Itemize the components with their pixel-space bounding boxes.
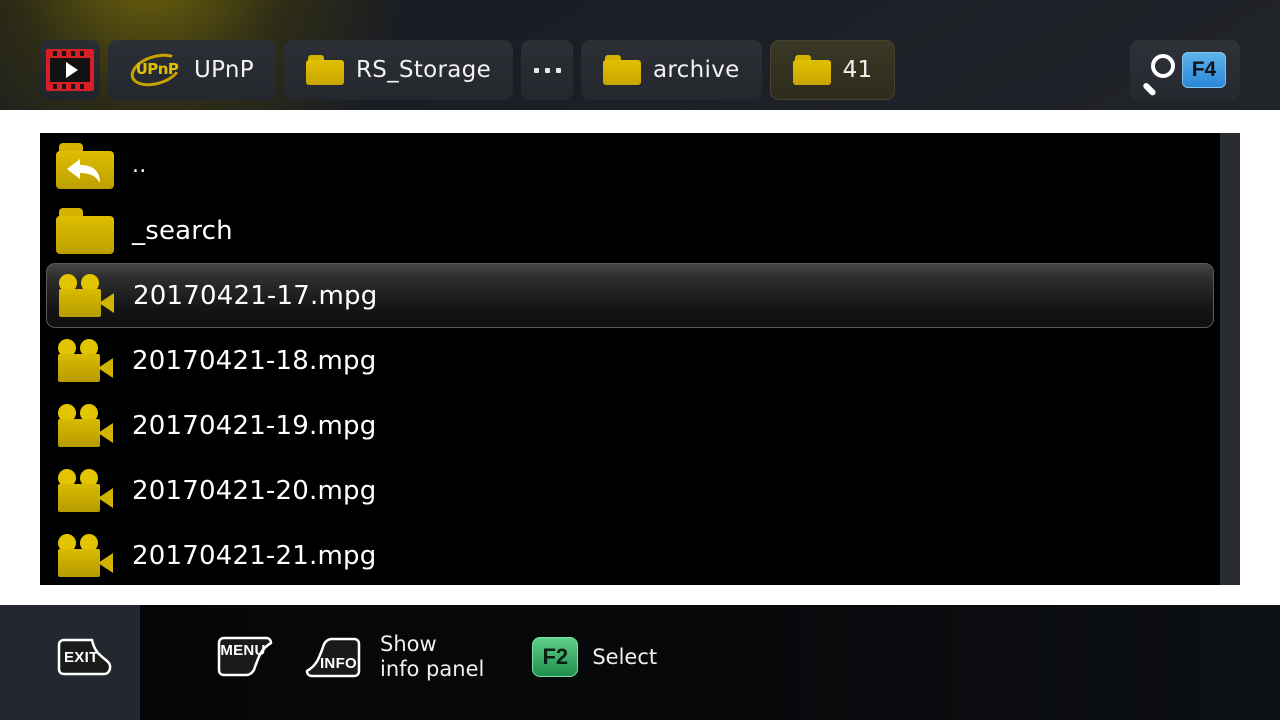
video-camera-icon [56, 403, 114, 448]
breadcrumb-item-41[interactable]: 41 [769, 40, 896, 100]
breadcrumb-label-upnp: UPnP [194, 57, 254, 83]
scrollbar[interactable] [1220, 133, 1240, 585]
breadcrumb-item-upnp[interactable]: UPnP UPnP [108, 40, 276, 100]
ellipsis-icon [555, 67, 561, 73]
footer-action-select[interactable]: F2 Select [532, 637, 657, 677]
info-caption-line1: Show [380, 632, 437, 656]
breadcrumb-label-archive: archive [653, 57, 740, 83]
info-caption-line2: info panel [380, 657, 485, 681]
breadcrumb-item-archive[interactable]: archive [581, 40, 762, 100]
menu-key-icon[interactable]: MENU [212, 634, 274, 680]
menu-key-label: MENU [220, 642, 266, 659]
back-arrow-icon [67, 158, 100, 183]
info-key-label: INFO [319, 655, 357, 672]
footer-action-menu[interactable]: MENU [212, 634, 274, 680]
folder-icon [305, 55, 344, 85]
folder-back-icon [56, 142, 114, 189]
list-item[interactable]: 20170421-21.mpg [40, 523, 1220, 585]
app-screen: UPnP UPnP RS_Storage archive 41 F4 .. _s… [0, 0, 1280, 720]
footer-action-exit[interactable]: EXIT [55, 634, 117, 680]
ellipsis-icon [533, 67, 539, 73]
upnp-logo-text: UPnP [135, 60, 179, 78]
breadcrumb-label-41: 41 [842, 57, 873, 83]
footer-action-info[interactable]: INFO Show info panel [304, 632, 484, 682]
list-item-label: .. [132, 153, 147, 178]
header-bar: UPnP UPnP RS_Storage archive 41 F4 [0, 0, 1280, 110]
list-item[interactable]: 20170421-18.mpg [40, 328, 1220, 393]
breadcrumb-label-rs-storage: RS_Storage [355, 57, 492, 83]
list-item[interactable]: _search [40, 198, 1220, 263]
exit-key-icon[interactable]: EXIT [55, 634, 117, 680]
list-item[interactable]: 20170421-20.mpg [40, 458, 1220, 523]
ellipsis-icon [544, 67, 550, 73]
list-item-label: 20170421-21.mpg [132, 540, 377, 571]
list-item[interactable]: 20170421-19.mpg [40, 393, 1220, 458]
folder-icon [792, 55, 831, 85]
film-play-icon [46, 49, 94, 91]
list-item-label: _search [132, 215, 233, 246]
select-key-f2[interactable]: F2 [532, 637, 579, 677]
video-camera-icon [56, 533, 114, 578]
info-caption: Show info panel [380, 632, 484, 682]
search-button[interactable]: F4 [1130, 40, 1240, 100]
list-item-label: 20170421-20.mpg [132, 475, 377, 506]
video-camera-icon [56, 338, 114, 383]
video-camera-icon [57, 273, 115, 318]
list-item-label: 20170421-19.mpg [132, 410, 377, 441]
info-key-icon[interactable]: INFO [304, 634, 366, 680]
upnp-logo-icon: UPnP [126, 48, 186, 92]
breadcrumb-item-rs-storage[interactable]: RS_Storage [283, 40, 514, 100]
list-item-selected[interactable]: 20170421-17.mpg [46, 263, 1214, 328]
video-camera-icon [56, 468, 114, 513]
folder-icon [603, 55, 642, 85]
exit-key-label: EXIT [64, 648, 99, 666]
breadcrumb-item-media-root[interactable] [40, 40, 100, 100]
list-item-label: 20170421-18.mpg [132, 345, 377, 376]
breadcrumb: UPnP UPnP RS_Storage archive 41 [40, 40, 896, 100]
footer-actions: EXIT MENU INFO Show info panel F2 Select [0, 627, 1280, 687]
footer-bar: EXIT MENU INFO Show info panel F2 Select [0, 605, 1280, 720]
breadcrumb-item-ellipsis[interactable] [521, 40, 574, 100]
select-caption: Select [592, 644, 658, 669]
list-item-label: 20170421-17.mpg [133, 280, 378, 311]
list-item[interactable]: .. [40, 133, 1220, 198]
file-list[interactable]: .. _search 20170421-17.mpg 20170421-18.m… [40, 133, 1220, 585]
search-key-f4[interactable]: F4 [1182, 52, 1226, 88]
folder-icon [56, 207, 114, 254]
search-magnifier-icon [1140, 52, 1176, 97]
